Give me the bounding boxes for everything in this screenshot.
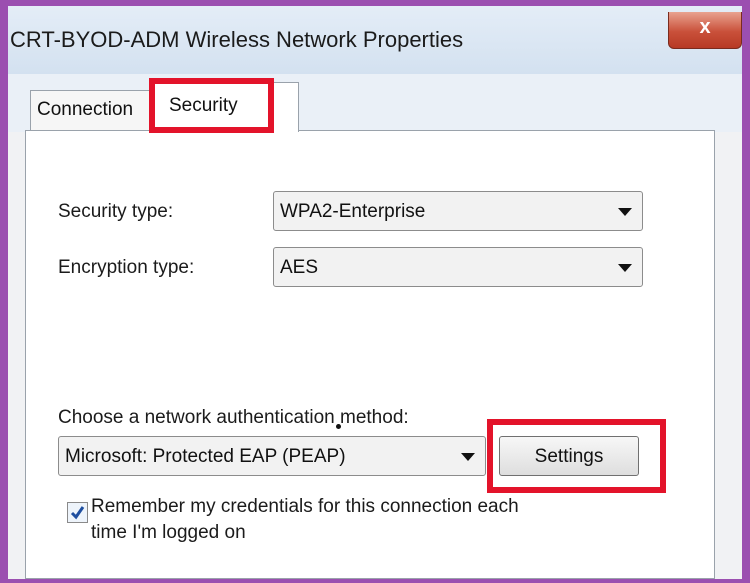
settings-button[interactable]: Settings [499,436,639,476]
checkmark-icon [70,506,85,520]
window-title: CRT-BYOD-ADM Wireless Network Properties [10,27,464,52]
title-bar: CRT-BYOD-ADM Wireless Network Properties… [8,6,742,74]
encryption-type-label: Encryption type: [58,257,195,278]
close-icon: x [699,16,711,38]
wireless-properties-window: CRT-BYOD-ADM Wireless Network Properties… [8,6,742,579]
settings-button-label: Settings [534,446,604,467]
tab-security[interactable]: Security [151,82,299,132]
auth-method-value: Microsoft: Protected EAP (PEAP) [65,446,346,467]
auth-method-dropdown[interactable]: Microsoft: Protected EAP (PEAP) [58,436,486,476]
auth-method-label: Choose a network authentication method: [58,407,409,428]
security-type-value: WPA2-Enterprise [280,201,426,222]
encryption-type-value: AES [280,257,319,278]
remember-credentials-line2: time I'm logged on [91,522,246,543]
cursor-dot [336,424,341,429]
remember-credentials-checkbox[interactable] [67,502,88,523]
encryption-type-dropdown[interactable]: AES [273,247,643,287]
close-button[interactable]: x [668,12,742,49]
tab-connection-label: Connection [37,99,134,120]
dropdown-arrow-icon [618,208,632,216]
tab-connection[interactable]: Connection [30,90,154,130]
dropdown-arrow-icon [461,453,475,461]
dropdown-arrow-icon [618,264,632,272]
tab-security-label: Security [169,95,238,116]
remember-credentials-line1: Remember my credentials for this connect… [91,496,519,517]
security-type-label: Security type: [58,201,174,222]
security-type-dropdown[interactable]: WPA2-Enterprise [273,191,643,231]
